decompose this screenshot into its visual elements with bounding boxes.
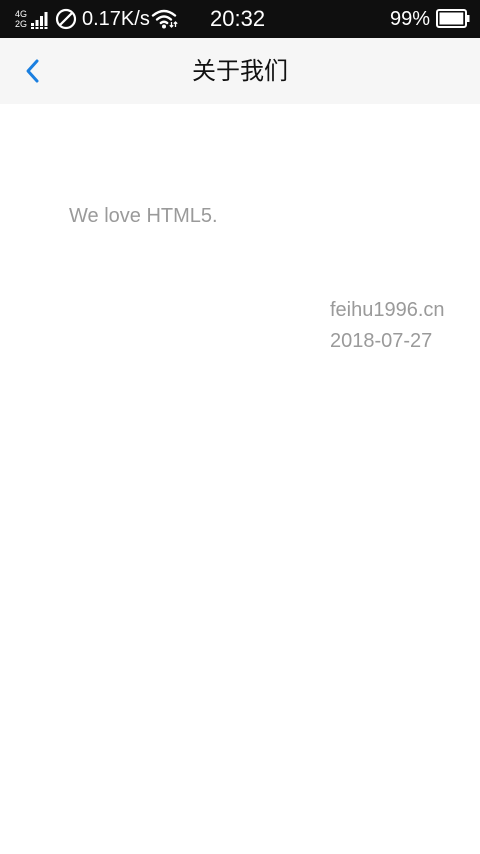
network-type-label: 4G 2G: [15, 9, 27, 29]
status-clock: 20:32: [210, 6, 266, 31]
status-bar: 4G 2G 0.17K/s 20:32 99%: [0, 0, 480, 38]
battery-icon: [436, 9, 470, 28]
navigation-bar: 关于我们: [0, 38, 480, 104]
battery-percent: 99%: [390, 8, 431, 30]
page-title: 关于我们: [192, 57, 288, 85]
wifi-icon: [151, 9, 178, 29]
network-type-top: 4G: [15, 9, 28, 19]
tagline-text: We love HTML5.: [69, 205, 218, 227]
signature-block: feihu1996.cn 2018-07-27: [330, 295, 445, 357]
about-content: We love HTML5. feihu1996.cn 2018-07-27: [0, 104, 480, 854]
network-type-bottom: 2G: [15, 19, 28, 29]
chevron-left-icon: [26, 59, 39, 83]
network-speed: 0.17K/s: [82, 8, 150, 30]
signal-strength-icon: [31, 12, 48, 29]
back-button[interactable]: [14, 51, 54, 91]
data-saver-icon: [55, 8, 77, 30]
date-text: 2018-07-27: [330, 330, 433, 352]
website-text: feihu1996.cn: [330, 299, 445, 321]
battery-fill: [439, 12, 464, 25]
